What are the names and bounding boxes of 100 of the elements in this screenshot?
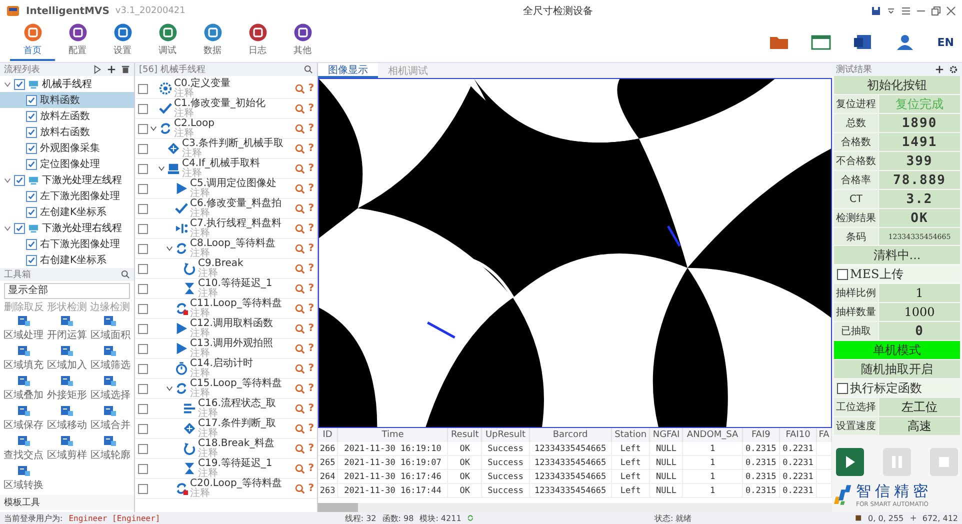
checkbox[interactable]	[138, 184, 148, 194]
checkbox[interactable]	[26, 190, 37, 202]
help-button[interactable]: ?	[308, 463, 314, 474]
checkbox[interactable]	[138, 404, 148, 414]
search-icon[interactable]	[295, 484, 306, 494]
help-button[interactable]: ?	[308, 383, 314, 394]
ribbon-button[interactable]: 设置	[100, 23, 145, 61]
search-icon[interactable]	[295, 304, 306, 314]
process-row[interactable]: 放料右函数	[0, 124, 134, 140]
tool-button[interactable]: 外接矩形	[45, 374, 89, 403]
checkbox[interactable]	[138, 464, 148, 474]
ribbon-button[interactable]: 数据	[190, 23, 235, 61]
search-icon[interactable]	[121, 270, 130, 279]
checkbox[interactable]	[138, 484, 148, 494]
step-title[interactable]: C11.Loop_等待料盘	[190, 298, 282, 308]
tool-button[interactable]: 区域剪样	[45, 434, 89, 463]
delete-icon[interactable]	[121, 65, 130, 74]
process-row[interactable]: 右下激光图像处理	[0, 236, 134, 252]
help-button[interactable]: ?	[308, 283, 314, 294]
search-icon[interactable]	[295, 264, 306, 274]
checkbox[interactable]	[138, 304, 148, 314]
search-icon[interactable]	[295, 444, 306, 454]
help-button[interactable]: ?	[308, 183, 314, 194]
caret-down-icon[interactable]	[4, 176, 11, 184]
checkbox[interactable]	[138, 204, 148, 214]
checkbox[interactable]	[26, 142, 37, 154]
tool-button[interactable]: 区域合并	[88, 404, 132, 433]
menu-icon[interactable]	[901, 6, 911, 16]
tool-button[interactable]: 区域轮廓	[88, 434, 132, 463]
search-icon[interactable]	[295, 124, 306, 134]
help-button[interactable]: ?	[308, 443, 314, 454]
checkbox[interactable]	[837, 268, 848, 280]
folder-icon[interactable]	[769, 34, 790, 50]
step-title[interactable]: C16.流程状态_取	[198, 398, 276, 408]
step-title[interactable]: C12.调用取料函数	[190, 318, 273, 328]
restore-icon[interactable]	[931, 6, 941, 16]
checkbox[interactable]	[138, 284, 148, 294]
search-icon[interactable]	[295, 324, 306, 334]
search-icon[interactable]	[295, 284, 306, 294]
checkbox[interactable]	[138, 344, 148, 354]
help-button[interactable]: ?	[308, 343, 314, 354]
help-button[interactable]: ?	[308, 403, 314, 414]
process-row[interactable]: 左创建K坐标系	[0, 204, 134, 220]
column-header[interactable]: FA	[816, 428, 832, 442]
search-icon[interactable]	[295, 364, 306, 374]
thread-item[interactable]: 下激光处理右线程	[42, 221, 122, 235]
dropdown-icon[interactable]	[886, 6, 896, 16]
step-title[interactable]: C13.调用外观拍照	[190, 338, 273, 348]
search-icon[interactable]	[295, 184, 306, 194]
process-row[interactable]: 定位图像处理	[0, 156, 134, 172]
column-header[interactable]: FAI9	[742, 428, 780, 442]
tool-button[interactable]: 区域叠加	[2, 374, 46, 403]
caret-down-icon[interactable]	[166, 385, 173, 392]
ribbon-button[interactable]: 日志	[235, 23, 280, 61]
column-header[interactable]: ANDOM_SA	[682, 428, 742, 442]
checkbox[interactable]	[138, 104, 148, 114]
checkbox[interactable]	[26, 158, 37, 170]
checkbox[interactable]	[138, 84, 148, 94]
checkbox[interactable]	[138, 144, 148, 154]
ribbon-button[interactable]: 配置	[55, 23, 100, 61]
tool-button[interactable]: 区域保存	[2, 404, 46, 433]
ribbon-button[interactable]: 其他	[280, 23, 325, 61]
caret-down-icon[interactable]	[158, 165, 165, 172]
play-icon[interactable]	[93, 65, 102, 74]
help-button[interactable]: ?	[308, 363, 314, 374]
column-header[interactable]: Barcord	[529, 428, 612, 442]
tab[interactable]: 图像显示	[318, 63, 378, 78]
checkbox[interactable]	[26, 126, 37, 138]
checkbox[interactable]	[14, 174, 25, 186]
process-row[interactable]: 取料函数	[0, 92, 134, 108]
process-row[interactable]: 右创建K坐标系	[0, 252, 134, 268]
checkbox[interactable]	[138, 324, 148, 334]
window-icon[interactable]	[811, 34, 832, 50]
play-button[interactable]	[836, 448, 864, 476]
search-icon[interactable]	[295, 344, 306, 354]
search-icon[interactable]	[295, 164, 306, 174]
tool-button[interactable]: 区域选择	[88, 374, 132, 403]
checkbox[interactable]	[138, 224, 148, 234]
search-icon[interactable]	[295, 404, 306, 414]
step-title[interactable]: C3.条件判断_机械手取	[182, 138, 284, 148]
filter-dropdown[interactable]: 显示全部	[4, 283, 130, 299]
search-icon[interactable]	[295, 424, 306, 434]
status-banner[interactable]: 初始化按钮	[834, 76, 960, 94]
step-title[interactable]: C18.Break_料盘	[198, 438, 275, 448]
column-header[interactable]: Result	[448, 428, 482, 442]
step-title[interactable]: C20.Loop_等待料盘	[190, 478, 282, 488]
search-icon[interactable]	[295, 144, 306, 154]
column-header[interactable]: UpResult	[482, 428, 530, 442]
tool-button[interactable]: 区域处理	[2, 314, 46, 343]
column-header[interactable]: ID	[318, 428, 338, 442]
tool-button[interactable]: 区域加入	[45, 344, 89, 373]
checkbox[interactable]	[26, 110, 37, 122]
language-button[interactable]: EN	[937, 36, 954, 48]
close-icon[interactable]	[946, 6, 956, 16]
search-icon[interactable]	[295, 464, 306, 474]
step-title[interactable]: C10.等待延迟_1	[198, 278, 272, 288]
checkbox[interactable]	[138, 124, 148, 134]
user-icon[interactable]	[895, 34, 916, 50]
caret-down-icon[interactable]	[150, 125, 157, 132]
step-title[interactable]: C1.修改变量_初始化	[174, 98, 266, 108]
